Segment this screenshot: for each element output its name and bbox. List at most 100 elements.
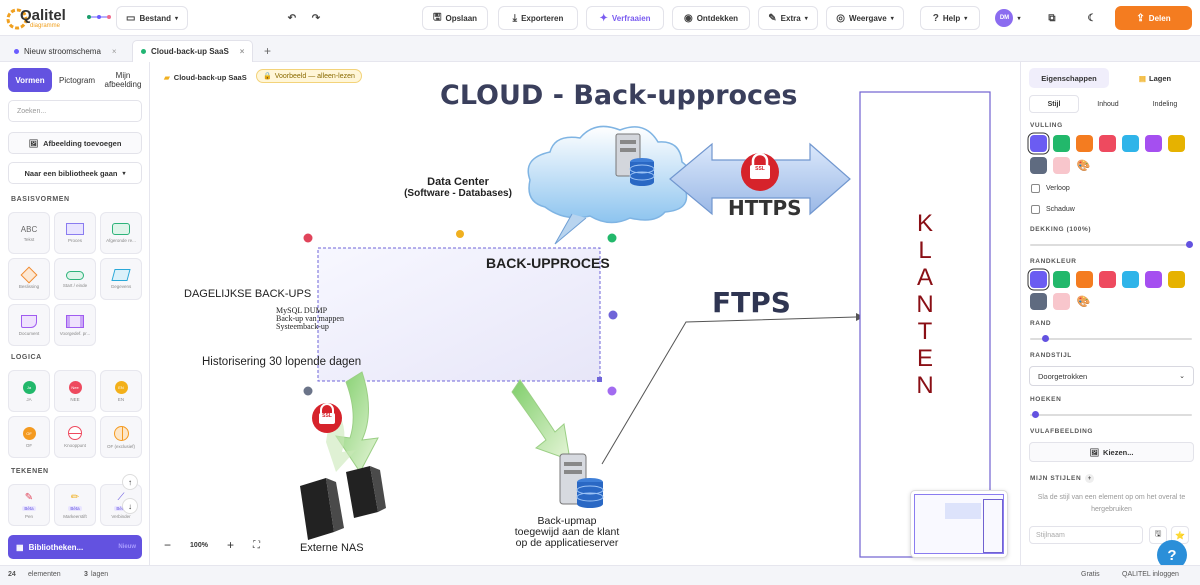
extra-menu-button[interactable]: ✎ Extra ▾ bbox=[758, 6, 818, 30]
resize-handle[interactable] bbox=[597, 377, 602, 382]
tool-pen[interactable]: ✎ Bèta Pen bbox=[8, 484, 50, 526]
duplicate-handle-icon[interactable] bbox=[607, 233, 617, 243]
tab-my-images[interactable]: Mijn afbeelding bbox=[102, 68, 144, 92]
slider-knob[interactable] bbox=[1186, 241, 1193, 248]
scroll-down-button[interactable]: ↓ bbox=[122, 498, 138, 514]
ftps-connector[interactable] bbox=[601, 316, 857, 465]
undo-button[interactable]: ↶ bbox=[282, 6, 302, 30]
cloud-icon[interactable] bbox=[527, 125, 692, 245]
shape-document[interactable]: Document bbox=[8, 304, 50, 346]
color-swatch[interactable] bbox=[1053, 135, 1070, 152]
shape-and[interactable]: EN EN bbox=[100, 370, 142, 412]
color-swatch[interactable] bbox=[1030, 271, 1047, 288]
login-link[interactable]: QALITEL inloggen bbox=[1122, 571, 1179, 578]
data-center-label[interactable]: Data Center bbox=[398, 176, 518, 188]
libraries-button[interactable]: ▦ Bibliotheken... Nieuw bbox=[8, 535, 142, 559]
dark-mode-button[interactable]: ☾ bbox=[1080, 6, 1104, 30]
slider-knob[interactable] bbox=[1032, 411, 1039, 418]
color-swatch[interactable] bbox=[1122, 135, 1139, 152]
color-swatch[interactable] bbox=[1145, 135, 1162, 152]
color-swatch[interactable] bbox=[1168, 271, 1185, 288]
link-handle[interactable] bbox=[303, 386, 313, 396]
color-swatch[interactable] bbox=[1053, 157, 1070, 174]
color-swatch[interactable] bbox=[1168, 135, 1185, 152]
tool-highlighter[interactable]: ✏ Bèta Markeerstift bbox=[54, 484, 96, 526]
color-swatch[interactable] bbox=[1099, 135, 1116, 152]
enhance-button[interactable]: ✦ Verfraaien bbox=[586, 6, 664, 30]
shape-or[interactable]: OF OF bbox=[8, 416, 50, 458]
tab-icons[interactable]: Pictogram bbox=[54, 68, 100, 92]
subtab-style[interactable]: Stijl bbox=[1029, 95, 1079, 113]
green-arrow-right[interactable] bbox=[511, 379, 571, 461]
tab-layers[interactable]: ▤ Lagen bbox=[1117, 68, 1193, 88]
color-swatch[interactable] bbox=[1030, 157, 1047, 174]
export-button[interactable]: ⤓ Exporteren bbox=[498, 6, 578, 30]
external-nas-label[interactable]: Externe NAS bbox=[300, 542, 364, 554]
connect-handle[interactable] bbox=[608, 310, 618, 320]
scroll-up-button[interactable]: ↑ bbox=[122, 474, 138, 490]
clients-label[interactable]: K L A N T E N bbox=[905, 210, 945, 399]
border-width-slider[interactable] bbox=[1030, 335, 1192, 342]
app-logo[interactable]: Qalitel diagramme bbox=[6, 6, 111, 32]
subtab-layout[interactable]: Indeling bbox=[1137, 95, 1193, 113]
shadow-checkbox[interactable]: Schaduw bbox=[1031, 205, 1075, 214]
save-button[interactable]: 🖫 Opslaan bbox=[422, 6, 488, 30]
shape-decision[interactable]: Beslissing bbox=[8, 258, 50, 300]
delete-handle-icon[interactable] bbox=[303, 233, 313, 243]
color-swatch[interactable] bbox=[1076, 135, 1093, 152]
close-icon[interactable]: × bbox=[112, 47, 117, 56]
color-swatch[interactable] bbox=[1053, 293, 1070, 310]
shape-data[interactable]: Gegevens bbox=[100, 258, 142, 300]
present-button[interactable]: ⧉ bbox=[1040, 6, 1064, 30]
tab-properties[interactable]: Eigenschappen bbox=[1029, 68, 1109, 88]
backup-process-label[interactable]: BACK-UPPROCES bbox=[486, 255, 610, 271]
fit-screen-icon[interactable]: ⛶ bbox=[253, 540, 260, 551]
color-swatch[interactable] bbox=[1053, 271, 1070, 288]
opacity-slider[interactable] bbox=[1030, 241, 1193, 248]
shape-no[interactable]: Nee NEE bbox=[54, 370, 96, 412]
style-handle[interactable] bbox=[607, 386, 617, 396]
ftps-label[interactable]: FTPS bbox=[712, 286, 791, 319]
choose-image-button[interactable]: 🖼 Kiezen... bbox=[1029, 442, 1194, 462]
color-swatch[interactable] bbox=[1076, 271, 1093, 288]
shape-rounded-rect[interactable]: Afgeronde re... bbox=[100, 212, 142, 254]
view-menu-button[interactable]: ◎ Weergave ▾ bbox=[826, 6, 904, 30]
color-swatch[interactable] bbox=[1030, 135, 1047, 152]
history-label[interactable]: Historisering 30 lopende dagen bbox=[202, 356, 361, 368]
add-tab-button[interactable]: + bbox=[256, 40, 279, 62]
https-label[interactable]: HTTPS bbox=[728, 196, 802, 220]
redo-button[interactable]: ↷ bbox=[306, 6, 326, 30]
gradient-checkbox[interactable]: Verloop bbox=[1031, 184, 1070, 193]
backup-types-list[interactable]: MySQL DUMP Back-up van mappen Systeembac… bbox=[276, 307, 344, 331]
color-swatch[interactable] bbox=[1030, 293, 1047, 310]
shape-junction[interactable]: Knooppunt bbox=[54, 416, 96, 458]
tab-new-flowchart[interactable]: Nieuw stroomschema × bbox=[6, 40, 125, 62]
slider-knob[interactable] bbox=[1042, 335, 1049, 342]
shape-predefined[interactable]: Voorgedef. pr... bbox=[54, 304, 96, 346]
close-icon[interactable]: × bbox=[240, 47, 245, 56]
palette-icon[interactable]: 🎨 bbox=[1075, 157, 1092, 174]
plus-icon[interactable]: + bbox=[1085, 474, 1095, 483]
file-menu-button[interactable]: ▭ Bestand ▾ bbox=[116, 6, 188, 30]
color-swatch[interactable] bbox=[1122, 271, 1139, 288]
daily-backups-label[interactable]: DAGELIJKSE BACK-UPS bbox=[184, 288, 311, 300]
color-swatch[interactable] bbox=[1145, 271, 1162, 288]
diagram-canvas[interactable]: ▰ Cloud-back-up SaaS 🔒 Voorbeeld — alleen-… bbox=[150, 62, 1020, 565]
backup-folder-label[interactable]: Back-upmap toegewijd aan de klant op de … bbox=[500, 516, 634, 549]
zoom-in-button[interactable]: + bbox=[227, 538, 234, 552]
zoom-out-button[interactable]: − bbox=[164, 538, 171, 552]
user-menu-button[interactable]: DM ▾ bbox=[990, 6, 1026, 30]
tab-shapes[interactable]: Vormen bbox=[8, 68, 52, 92]
share-button[interactable]: ⇪ Delen bbox=[1115, 6, 1192, 30]
discover-button[interactable]: ◉ Ontdekken bbox=[672, 6, 750, 30]
shape-text[interactable]: ABC Tekst bbox=[8, 212, 50, 254]
palette-icon[interactable]: 🎨 bbox=[1075, 293, 1092, 310]
shape-xor[interactable]: OF (exclusief) bbox=[100, 416, 142, 458]
shape-process[interactable]: Proces bbox=[54, 212, 96, 254]
add-image-button[interactable]: 🖼 Afbeelding toevoegen bbox=[8, 132, 142, 154]
style-name-input[interactable]: Stijlnaam bbox=[1029, 526, 1143, 544]
shape-yes[interactable]: Ja JA bbox=[8, 370, 50, 412]
rotate-handle[interactable] bbox=[456, 230, 464, 238]
shape-search-input[interactable]: Zoeken... bbox=[8, 100, 142, 122]
minimap[interactable] bbox=[910, 490, 1008, 558]
